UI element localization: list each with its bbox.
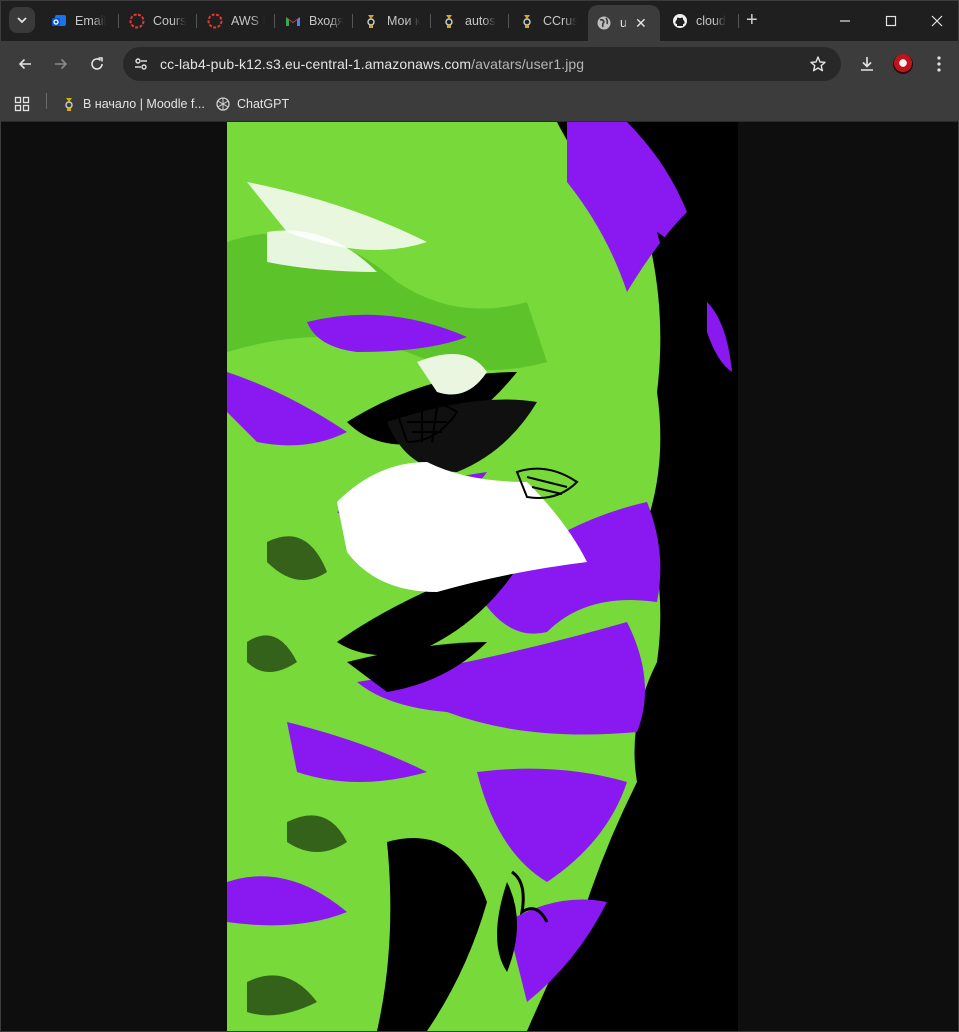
tab-search-button[interactable] <box>9 7 35 33</box>
back-button[interactable] <box>13 52 37 76</box>
tab-moodle-3[interactable]: CCrus <box>519 7 577 35</box>
tab-separator <box>196 14 197 28</box>
tab-strip: Email Cours AWS I Входя Мои к autos CCru… <box>1 1 958 41</box>
red-circle-icon <box>207 13 223 29</box>
gmail-icon <box>285 13 301 29</box>
avatar-image[interactable] <box>227 122 738 1031</box>
new-tab-button[interactable]: + <box>746 10 758 30</box>
apps-grid-icon <box>14 96 30 112</box>
tab-separator <box>352 14 353 28</box>
forward-button[interactable] <box>49 52 73 76</box>
close-window-button[interactable] <box>914 9 958 33</box>
tab-moodle-1[interactable]: Мои к <box>363 7 421 35</box>
reload-icon <box>91 57 103 70</box>
tab-close-button[interactable]: ✕ <box>635 15 647 32</box>
download-icon <box>861 57 873 71</box>
bookmarks-bar: В начало | Moodle f... ChatGPT <box>1 87 958 122</box>
tab-gmail[interactable]: Входя <box>285 7 343 35</box>
maximize-icon <box>885 15 897 27</box>
tab-moodle-2[interactable]: autos <box>441 7 499 35</box>
image-viewer <box>1 122 958 1031</box>
tab-separator <box>738 14 739 28</box>
apps-button[interactable] <box>14 93 30 115</box>
tab-email[interactable]: Email <box>51 7 111 35</box>
tab-separator <box>508 14 509 28</box>
url-path: /avatars/user1.jpg <box>471 56 585 72</box>
downloads-button[interactable] <box>855 52 879 76</box>
url-host: cc-lab4-pub-k12.s3.eu-central-1.amazonaw… <box>160 56 472 72</box>
tab-aws[interactable]: AWS I <box>207 7 265 35</box>
bookmark-chatgpt[interactable]: ChatGPT <box>215 93 289 115</box>
toolbar: cc-lab4-pub-k12.s3.eu-central-1.amazonaw… <box>1 41 958 87</box>
bookmark-moodle[interactable]: В начало | Moodle f... <box>61 93 205 115</box>
red-circle-icon <box>129 13 145 29</box>
more-vert-icon <box>937 56 941 72</box>
chatgpt-icon <box>215 96 231 112</box>
tab-separator <box>118 14 119 28</box>
tab-separator <box>274 14 275 28</box>
github-icon <box>672 13 688 29</box>
url-text[interactable]: cc-lab4-pub-k12.s3.eu-central-1.amazonaw… <box>160 56 584 72</box>
tab-active-image[interactable]: u ✕ <box>588 5 660 41</box>
outlook-icon <box>51 13 67 29</box>
tab-github[interactable]: cloud <box>672 7 730 35</box>
reload-button[interactable] <box>85 52 109 76</box>
maximize-button[interactable] <box>868 9 914 33</box>
globe-icon <box>596 15 612 31</box>
menu-button[interactable] <box>927 52 951 76</box>
moodle-icon <box>61 96 77 112</box>
browser-window: Email Cours AWS I Входя Мои к autos CCru… <box>0 0 959 1032</box>
moodle-icon <box>519 13 535 29</box>
arrow-right-icon <box>55 58 68 70</box>
avatar <box>893 54 913 74</box>
close-icon <box>931 15 943 27</box>
address-bar[interactable]: cc-lab4-pub-k12.s3.eu-central-1.amazonaw… <box>123 47 841 81</box>
moodle-icon <box>363 13 379 29</box>
chevron-down-icon <box>17 17 27 24</box>
site-info-icon[interactable] <box>133 56 149 72</box>
arrow-left-icon <box>18 58 31 70</box>
minimize-button[interactable] <box>822 9 868 33</box>
moodle-icon <box>441 13 457 29</box>
bookmark-star-icon[interactable] <box>809 55 827 73</box>
minimize-icon <box>840 20 850 22</box>
tab-separator <box>430 14 431 28</box>
profile-button[interactable] <box>891 52 915 76</box>
tab-cours[interactable]: Cours <box>129 7 187 35</box>
bookmarks-separator <box>46 93 47 109</box>
